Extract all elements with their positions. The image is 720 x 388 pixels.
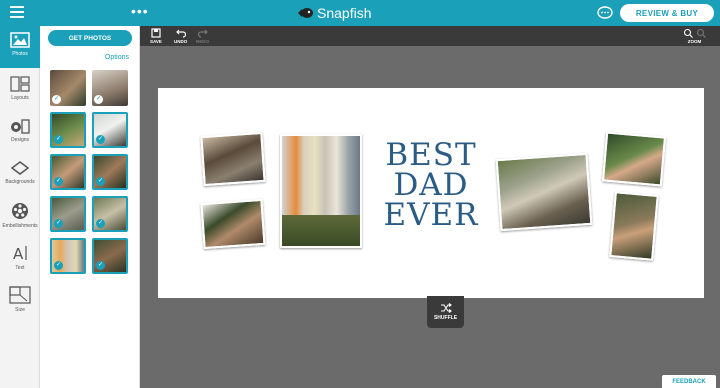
rail-label: Backgrounds bbox=[5, 179, 35, 185]
collage-photo[interactable] bbox=[200, 198, 266, 250]
more-options-icon[interactable]: ••• bbox=[131, 4, 149, 18]
collage-photo[interactable] bbox=[601, 131, 667, 187]
title-line-3: EVER bbox=[383, 197, 479, 233]
shuffle-icon bbox=[440, 303, 452, 313]
rail-item-backgrounds[interactable]: Backgrounds bbox=[0, 154, 40, 196]
checkmark-icon: ✓ bbox=[54, 177, 63, 186]
shuffle-label: SHUFFLE bbox=[433, 315, 458, 321]
get-photos-button[interactable]: GET PHOTOS bbox=[48, 30, 132, 46]
collage-photo[interactable] bbox=[495, 152, 593, 232]
fish-logo-icon bbox=[298, 8, 313, 18]
save-icon bbox=[151, 28, 161, 38]
menu-icon[interactable] bbox=[10, 6, 24, 18]
photo-thumbnail[interactable]: ✓ bbox=[50, 154, 86, 190]
rail-item-photos[interactable]: Photos bbox=[0, 26, 40, 68]
save-button[interactable]: SAVE bbox=[150, 28, 162, 44]
save-label: SAVE bbox=[150, 39, 162, 44]
redo-button[interactable]: REDO bbox=[196, 28, 209, 44]
photo-thumbnail[interactable]: ✓ bbox=[50, 196, 86, 232]
collage-photo[interactable] bbox=[280, 134, 362, 248]
rail-label: Embellishments bbox=[2, 223, 38, 229]
title-line-2: DAD bbox=[393, 167, 469, 203]
redo-icon bbox=[197, 29, 208, 38]
photos-panel: GET PHOTOS Options ✓ ✓ ✓ ✓ ✓ ✓ ✓ ✓ ✓ ✓ bbox=[40, 26, 140, 388]
rail-label: Photos bbox=[12, 51, 28, 57]
rail-item-embellishments[interactable]: Embellishments bbox=[0, 196, 40, 238]
checkmark-icon: ✓ bbox=[54, 219, 63, 228]
checkmark-icon: ✓ bbox=[96, 261, 105, 270]
zoom-label: ZOOM bbox=[687, 39, 702, 44]
rail-label: Designs bbox=[10, 137, 30, 143]
rail-label: Size bbox=[15, 307, 25, 313]
photo-thumbnail[interactable]: ✓ bbox=[92, 154, 128, 190]
checkmark-icon: ✓ bbox=[94, 95, 103, 104]
rail-label: Text bbox=[15, 265, 25, 271]
rail-item-designs[interactable]: Designs bbox=[0, 112, 40, 154]
best-dad-ever-text[interactable]: BEST DAD EVER bbox=[376, 137, 486, 233]
title-line-1: BEST bbox=[385, 137, 477, 173]
photo-thumbnail[interactable]: ✓ bbox=[50, 70, 86, 106]
photo-thumbnail[interactable]: ✓ bbox=[92, 70, 128, 106]
undo-icon bbox=[175, 29, 186, 38]
checkmark-icon: ✓ bbox=[96, 219, 105, 228]
collage-photo[interactable] bbox=[609, 191, 659, 261]
checkmark-icon: ✓ bbox=[96, 177, 105, 186]
checkmark-icon: ✓ bbox=[54, 135, 63, 144]
size-icon bbox=[9, 286, 31, 304]
backgrounds-icon bbox=[10, 161, 30, 175]
collage-photo[interactable] bbox=[200, 131, 266, 187]
photos-icon bbox=[10, 32, 30, 48]
snapfish-logo[interactable]: Snapfish bbox=[296, 5, 371, 21]
photo-thumbnail[interactable]: ✓ bbox=[92, 238, 128, 274]
rail-item-text[interactable]: A Text bbox=[0, 238, 40, 280]
rail-label: Layouts bbox=[11, 95, 29, 101]
text-icon: A bbox=[13, 245, 27, 262]
zoom-out-icon[interactable] bbox=[696, 28, 706, 38]
review-and-buy-button[interactable]: REVIEW & BUY bbox=[620, 4, 714, 22]
redo-label: REDO bbox=[196, 39, 210, 44]
rail-item-size[interactable]: Size bbox=[0, 280, 40, 322]
chat-icon[interactable] bbox=[597, 6, 613, 20]
shuffle-button[interactable]: SHUFFLE bbox=[427, 296, 464, 328]
checkmark-icon: ✓ bbox=[54, 261, 63, 270]
collage-canvas[interactable]: BEST DAD EVER bbox=[158, 88, 704, 298]
feedback-button[interactable]: FEEDBACK bbox=[662, 375, 716, 388]
undo-button[interactable]: UNDO bbox=[174, 28, 187, 44]
zoom-control[interactable]: ZOOM bbox=[683, 28, 706, 44]
embellishments-icon bbox=[12, 203, 28, 219]
undo-label: UNDO bbox=[174, 39, 188, 44]
editor-toolbar: SAVE UNDO REDO ZOOM bbox=[140, 26, 720, 46]
top-bar: ••• Snapfish REVIEW & BUY bbox=[0, 0, 720, 26]
layouts-icon bbox=[10, 76, 30, 92]
photo-thumbnail[interactable]: ✓ bbox=[50, 238, 86, 274]
photo-thumbnail[interactable]: ✓ bbox=[92, 112, 128, 148]
left-tool-rail: Photos Layouts Designs Backgrounds Embel… bbox=[0, 26, 40, 388]
rail-item-layouts[interactable]: Layouts bbox=[0, 70, 40, 112]
svg-text:A: A bbox=[13, 245, 24, 262]
options-link[interactable]: Options bbox=[105, 54, 129, 61]
designs-icon bbox=[11, 119, 30, 134]
zoom-in-icon[interactable] bbox=[683, 28, 693, 38]
logo-text: Snapfish bbox=[317, 5, 372, 21]
checkmark-icon: ✓ bbox=[96, 135, 105, 144]
photo-thumbnail[interactable]: ✓ bbox=[50, 112, 86, 148]
photo-thumbnail[interactable]: ✓ bbox=[92, 196, 128, 232]
checkmark-icon: ✓ bbox=[52, 95, 61, 104]
